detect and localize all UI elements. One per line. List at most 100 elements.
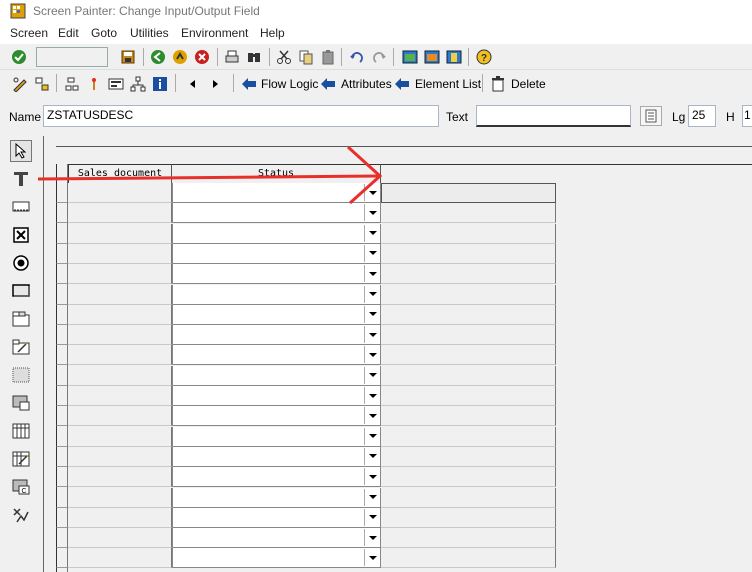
exit-button[interactable] — [170, 47, 190, 67]
dropdown-button[interactable] — [364, 184, 380, 201]
paste-button[interactable] — [318, 47, 338, 67]
row-selector-cell[interactable] — [56, 365, 68, 386]
sales-document-cell[interactable] — [68, 284, 172, 305]
status-dropdown-cell[interactable] — [172, 325, 381, 346]
sales-document-cell[interactable] — [68, 325, 172, 346]
row-selector-cell[interactable] — [56, 507, 68, 528]
sales-document-cell[interactable] — [68, 203, 172, 224]
new-field-cell[interactable] — [381, 264, 556, 285]
sales-document-cell[interactable] — [68, 304, 172, 325]
status-dropdown-cell[interactable] — [172, 345, 381, 366]
input-field-tool[interactable] — [10, 196, 32, 218]
radio-button-tool[interactable] — [10, 252, 32, 274]
layout-button-3[interactable] — [444, 47, 464, 67]
new-field-cell[interactable] — [381, 386, 556, 406]
new-field-cell[interactable] — [381, 507, 556, 528]
new-field-selected-cell[interactable] — [381, 183, 556, 203]
checkbox-tool[interactable] — [10, 224, 32, 246]
pushbutton-tool[interactable] — [10, 280, 32, 302]
name-input[interactable]: ZSTATUSDESC — [43, 105, 439, 127]
undo-button[interactable] — [347, 47, 367, 67]
row-selector-cell[interactable] — [56, 183, 68, 203]
dropdown-button[interactable] — [364, 407, 380, 425]
row-selector-cell[interactable] — [56, 345, 68, 366]
dropdown-button[interactable] — [364, 326, 380, 344]
text-icon-button[interactable] — [640, 106, 662, 126]
dropdown-button[interactable] — [364, 447, 380, 465]
dropdown-button[interactable] — [364, 468, 380, 486]
menu-help[interactable]: Help — [260, 26, 285, 40]
find-button[interactable] — [244, 47, 264, 67]
new-field-cell[interactable] — [381, 487, 556, 508]
box-tool[interactable] — [10, 364, 32, 386]
text-field-tool[interactable] — [10, 168, 32, 190]
info-button[interactable] — [150, 74, 170, 94]
row-selector-cell[interactable] — [56, 386, 68, 406]
tabstrip-wizard-tool[interactable] — [10, 336, 32, 358]
new-field-cell[interactable] — [381, 325, 556, 346]
menu-screen[interactable]: Screen — [10, 26, 48, 40]
cancel-button[interactable] — [192, 47, 212, 67]
other-object-button[interactable] — [32, 74, 52, 94]
element-list-icon-wrap[interactable] — [392, 74, 412, 94]
sales-document-cell[interactable] — [68, 406, 172, 427]
row-selector-cell[interactable] — [56, 203, 68, 224]
attributes-button[interactable]: Attributes — [341, 77, 392, 91]
dropdown-button[interactable] — [364, 366, 380, 384]
cut-button[interactable] — [274, 47, 294, 67]
new-field-cell[interactable] — [381, 467, 556, 488]
table-control-tool[interactable] — [10, 420, 32, 442]
where-used-button[interactable] — [128, 74, 148, 94]
layout-button-2[interactable] — [422, 47, 442, 67]
dropdown-button[interactable] — [364, 549, 380, 567]
status-dropdown-cell[interactable] — [172, 426, 381, 447]
status-dropdown-cell[interactable] — [172, 203, 381, 224]
copy-button[interactable] — [296, 47, 316, 67]
dropdown-button[interactable] — [364, 346, 380, 364]
print-button[interactable] — [222, 47, 242, 67]
next-button[interactable] — [205, 74, 225, 94]
enter-button[interactable] — [9, 47, 29, 67]
status-dropdown-cell[interactable] — [172, 386, 381, 406]
text-input[interactable] — [476, 105, 631, 127]
row-selector-cell[interactable] — [56, 243, 68, 264]
back-button[interactable] — [148, 47, 168, 67]
row-selector-cell[interactable] — [56, 406, 68, 427]
delete-icon-wrap[interactable] — [488, 74, 508, 94]
new-field-cell[interactable] — [381, 203, 556, 224]
sales-document-cell[interactable] — [68, 548, 172, 569]
new-field-cell[interactable] — [381, 304, 556, 325]
status-dropdown-cell[interactable] — [172, 406, 381, 427]
status-dropdown-cell[interactable] — [172, 304, 381, 325]
pointer-tool[interactable] — [10, 140, 32, 162]
row-selector-cell[interactable] — [56, 467, 68, 488]
menu-goto[interactable]: Goto — [91, 26, 117, 40]
sales-document-cell[interactable] — [68, 183, 172, 203]
row-selector-cell[interactable] — [56, 284, 68, 305]
status-dropdown-cell[interactable] — [172, 264, 381, 285]
new-field-cell[interactable] — [381, 446, 556, 467]
row-selector-cell[interactable] — [56, 304, 68, 325]
redo-button[interactable] — [369, 47, 389, 67]
sales-document-cell[interactable] — [68, 467, 172, 488]
hierarchy-button[interactable] — [62, 74, 82, 94]
dropdown-button[interactable] — [364, 305, 380, 323]
flow-logic-icon-wrap[interactable] — [239, 74, 259, 94]
row-selector-cell[interactable] — [56, 223, 68, 244]
dropdown-button[interactable] — [364, 224, 380, 242]
delete-button[interactable]: Delete — [511, 77, 546, 91]
row-selector-cell[interactable] — [56, 325, 68, 346]
custom-control-tool[interactable]: C — [10, 476, 32, 498]
attributes-icon-wrap[interactable] — [318, 74, 338, 94]
sales-document-cell[interactable] — [68, 528, 172, 549]
dropdown-button[interactable] — [364, 244, 380, 262]
status-dropdown-cell[interactable] — [172, 223, 381, 244]
new-field-cell[interactable] — [381, 365, 556, 386]
dropdown-button[interactable] — [364, 265, 380, 283]
activate-button[interactable] — [84, 74, 104, 94]
sales-document-cell[interactable] — [68, 264, 172, 285]
menu-environment[interactable]: Environment — [181, 26, 248, 40]
new-field-cell[interactable] — [381, 406, 556, 427]
sales-document-cell[interactable] — [68, 446, 172, 467]
sales-document-cell[interactable] — [68, 507, 172, 528]
